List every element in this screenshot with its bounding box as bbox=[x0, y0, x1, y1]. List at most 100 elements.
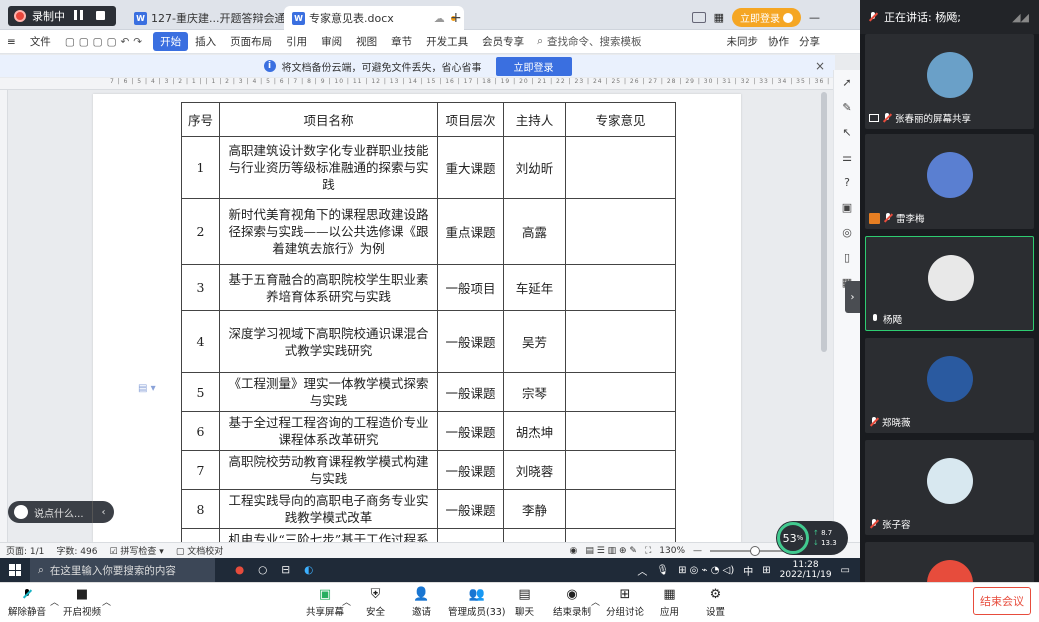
view-mode-icons[interactable]: ▤ ☰ ▥ ⊕ ✎ bbox=[585, 546, 637, 556]
menu-file[interactable]: 文件 bbox=[23, 34, 58, 49]
cell-name[interactable]: 基于五育融合的高职院校学生职业素养培育体系研究与实践 bbox=[219, 264, 438, 311]
command-search[interactable]: ⌕ 查找命令、搜索模板 bbox=[537, 34, 641, 49]
cell-level[interactable]: 一般课题 bbox=[437, 450, 504, 490]
cell-level[interactable]: 重点课题 bbox=[437, 198, 504, 265]
book-icon[interactable]: ▯ bbox=[844, 251, 850, 264]
manage-members-button[interactable]: 👥 管理成员(33) bbox=[448, 586, 506, 619]
cell-level[interactable]: 一般课题 bbox=[437, 372, 504, 412]
cell-name[interactable]: 《工程测量》理实一体教学模式探索与实践 bbox=[219, 372, 438, 412]
menu-chapter[interactable]: 章节 bbox=[384, 34, 419, 49]
fruit-app-icon[interactable]: ● bbox=[235, 564, 244, 576]
vertical-scrollbar[interactable] bbox=[820, 92, 828, 532]
notice-login-button[interactable]: 立即登录 bbox=[495, 56, 572, 76]
cell-level[interactable]: 一般项目 bbox=[437, 264, 504, 311]
cell-opinion[interactable] bbox=[565, 310, 676, 373]
cell-seq[interactable]: 7 bbox=[181, 450, 220, 490]
cell-name[interactable]: 新时代美育视角下的课程思政建设路径探索与实践——以公共选修课《跟着建筑去旅行》为… bbox=[219, 198, 438, 265]
stop-recording-button[interactable] bbox=[91, 10, 109, 23]
cell-seq[interactable]: 2 bbox=[181, 198, 220, 265]
emoji-icon[interactable] bbox=[14, 505, 28, 519]
cell-opinion[interactable] bbox=[565, 136, 676, 199]
cell-host[interactable]: 吴芳 bbox=[503, 310, 566, 373]
settings-button[interactable]: ⚙ 设置 bbox=[706, 586, 725, 619]
tab-expert-doc[interactable]: W 专家意见表.docx ☁ bbox=[284, 6, 464, 30]
clock[interactable]: 11:28 2022/11/19 bbox=[780, 560, 832, 580]
menu-insert[interactable]: 插入 bbox=[188, 34, 223, 49]
ime-indicator[interactable]: 中 bbox=[743, 563, 753, 578]
rocket-icon[interactable]: ➚ bbox=[842, 76, 851, 89]
participant-tile[interactable]: 郑晓薇 bbox=[865, 338, 1034, 433]
cell-seq[interactable]: 8 bbox=[181, 489, 220, 529]
quick-toolbar-icons[interactable]: ▢▢▢▢↶↷ bbox=[58, 36, 153, 48]
share-screen-button[interactable]: ▣ 共享屏幕 bbox=[306, 586, 344, 619]
audio-options-caret[interactable]: ︿ bbox=[50, 595, 59, 608]
cell-host[interactable]: 宗琴 bbox=[503, 372, 566, 412]
cell-host[interactable]: 高露 bbox=[503, 198, 566, 265]
chat-input-bubble[interactable]: 说点什么... ‹ bbox=[8, 501, 114, 523]
share-options-caret[interactable]: ︿ bbox=[342, 595, 351, 608]
proofread[interactable]: ▢ 文档校对 bbox=[176, 544, 223, 557]
cell-opinion[interactable] bbox=[565, 198, 676, 265]
tray-expand-icon[interactable]: ︿ bbox=[637, 563, 647, 578]
close-icon[interactable]: × bbox=[815, 59, 825, 73]
login-button[interactable]: 立即登录 bbox=[732, 8, 801, 27]
cell-name[interactable]: 高职建筑设计数字化专业群职业技能与行业资历等级标准融通的探索与实践 bbox=[219, 136, 438, 199]
cell-name[interactable]: 深度学习视域下高职院校通识课混合式教学实践研究 bbox=[219, 310, 438, 373]
cell-seq[interactable]: 9 bbox=[181, 528, 220, 542]
help-icon[interactable]: ? bbox=[844, 176, 850, 189]
video-options-caret[interactable]: ︿ bbox=[102, 595, 111, 608]
menu-reference[interactable]: 引用 bbox=[279, 34, 314, 49]
new-tab-button[interactable]: + bbox=[450, 10, 462, 26]
cursor-icon[interactable]: ↖ bbox=[842, 126, 851, 139]
cell-level[interactable]: 一般课题 bbox=[437, 489, 504, 529]
notification-icon[interactable]: ▭ bbox=[841, 565, 850, 576]
paragraph-marker-icon[interactable]: ▤ ▾ bbox=[138, 383, 156, 394]
task-view-icon[interactable]: ⊟ bbox=[281, 564, 290, 576]
breakout-button[interactable]: ⊞ 分组讨论 bbox=[606, 586, 644, 619]
chat-button[interactable]: ▤ 聊天 bbox=[515, 586, 534, 619]
cell-name[interactable]: 基于全过程工程咨询的工程造价专业课程体系改革研究 bbox=[219, 411, 438, 451]
layout-icon[interactable] bbox=[691, 12, 706, 23]
cell-opinion[interactable] bbox=[565, 489, 676, 529]
cell-opinion[interactable] bbox=[565, 264, 676, 311]
record-options-caret[interactable]: ︿ bbox=[591, 595, 600, 608]
cell-level[interactable]: 一般课题 bbox=[437, 528, 504, 542]
share-button[interactable]: 分享 bbox=[799, 34, 820, 49]
invite-button[interactable]: 👤 邀请 bbox=[412, 586, 431, 619]
cell-host[interactable]: 车延年 bbox=[503, 264, 566, 311]
security-button[interactable]: ⛨ 安全 bbox=[366, 586, 385, 619]
pen-icon[interactable]: ✎ bbox=[842, 101, 851, 114]
menu-page-layout[interactable]: 页面布局 bbox=[223, 34, 279, 49]
cell-seq[interactable]: 1 bbox=[181, 136, 220, 199]
participant-tile[interactable]: 张春丽的屏幕共享 bbox=[865, 34, 1034, 129]
word-count[interactable]: 字数: 496 bbox=[56, 544, 97, 557]
sliders-icon[interactable]: ⚌ bbox=[842, 151, 852, 164]
cell-host[interactable]: 刘晓蓉 bbox=[503, 450, 566, 490]
menu-icon[interactable]: ≡ bbox=[0, 36, 23, 48]
fit-icon[interactable]: ⛶ bbox=[645, 546, 651, 556]
menu-start[interactable]: 开始 bbox=[153, 32, 189, 51]
participant-tile[interactable] bbox=[865, 542, 1034, 582]
location-icon[interactable]: ◎ bbox=[842, 226, 852, 239]
grid-tray-icon[interactable]: ⊞ bbox=[762, 565, 770, 576]
participant-tile[interactable]: 杨飏 bbox=[865, 236, 1034, 331]
circle-app-icon[interactable]: ○ bbox=[258, 564, 267, 576]
tray-icons[interactable]: ⊞ ◎ ⌁ ◔ ◁) bbox=[678, 565, 734, 576]
start-video-button[interactable]: ■ 开启视频 bbox=[63, 586, 101, 619]
grid-icon[interactable]: ▦ bbox=[714, 11, 724, 24]
menu-dev-tools[interactable]: 开发工具 bbox=[419, 34, 475, 49]
collapse-panel-button[interactable]: › bbox=[845, 281, 860, 313]
image-icon[interactable]: ▣ bbox=[842, 201, 852, 214]
mic-tray-icon[interactable]: 🎙 bbox=[656, 565, 669, 576]
participant-tile[interactable]: 雷李梅 bbox=[865, 134, 1034, 229]
cell-opinion[interactable] bbox=[565, 372, 676, 412]
menu-view[interactable]: 视图 bbox=[349, 34, 384, 49]
performance-widget[interactable]: 53% ↑ 8.7 ↓ 13.3 bbox=[776, 521, 848, 555]
cell-host[interactable]: 张子容 bbox=[503, 528, 566, 542]
spell-check[interactable]: ☑ 拼写检查 ▾ bbox=[109, 544, 163, 557]
apps-button[interactable]: ▦ 应用 bbox=[660, 586, 679, 619]
cell-seq[interactable]: 3 bbox=[181, 264, 220, 311]
cell-seq[interactable]: 5 bbox=[181, 372, 220, 412]
cell-opinion[interactable] bbox=[565, 450, 676, 490]
zoom-level[interactable]: 130% bbox=[659, 546, 685, 556]
